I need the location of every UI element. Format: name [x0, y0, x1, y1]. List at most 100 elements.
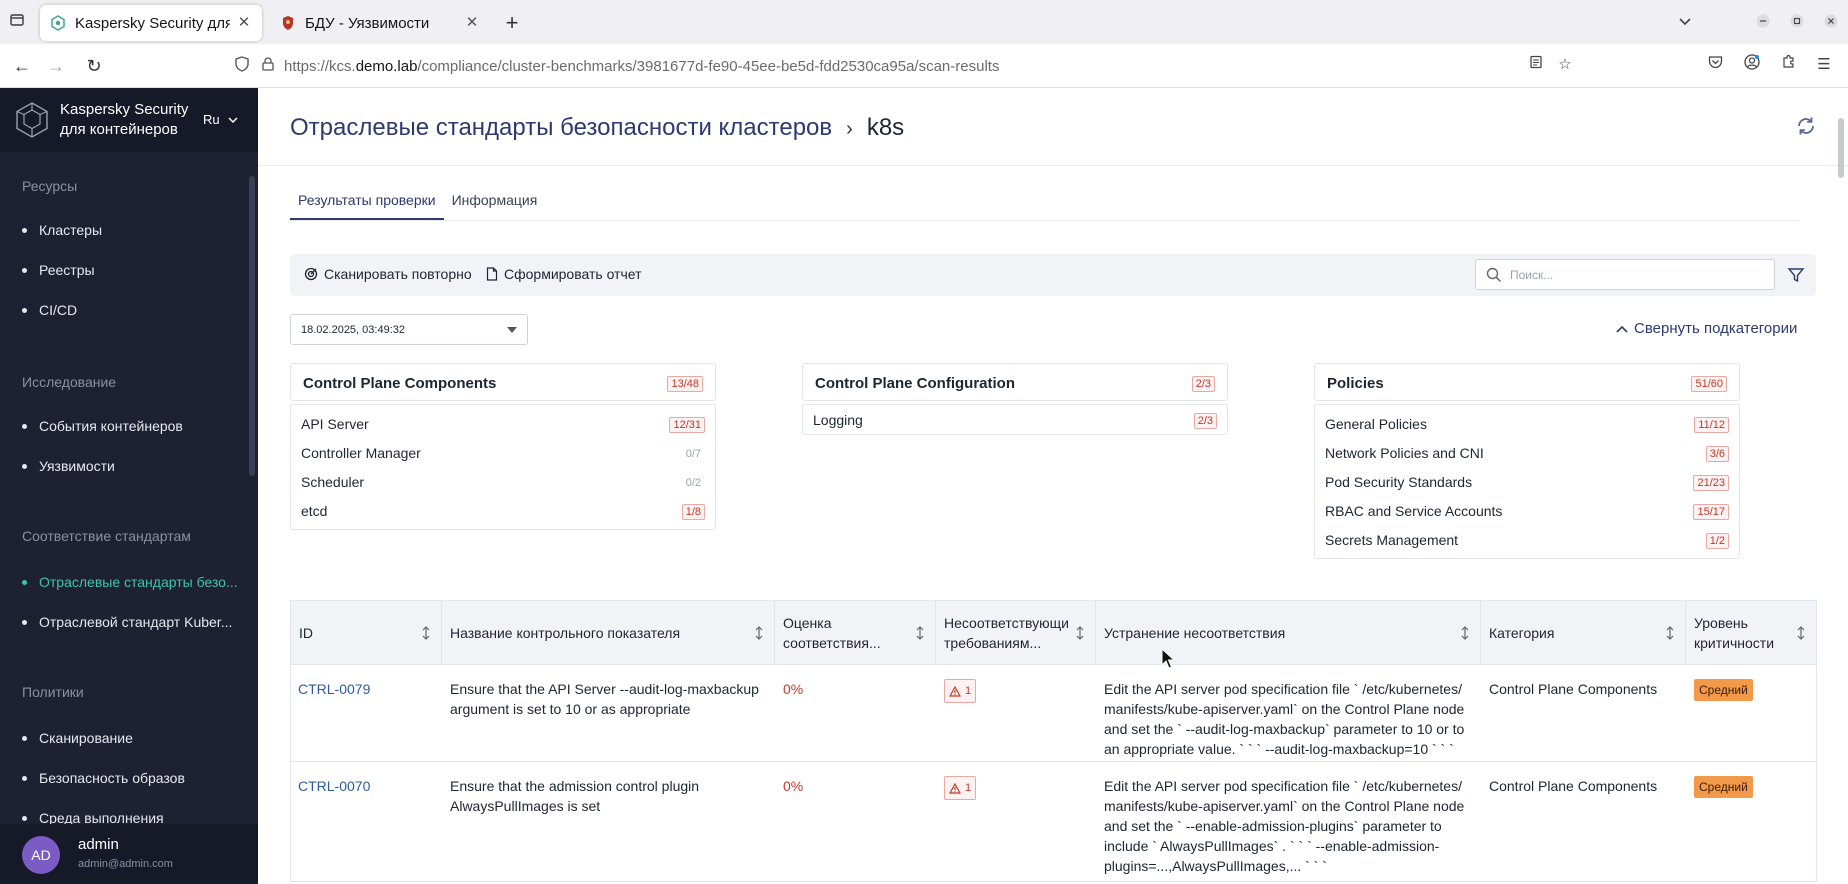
browser-tab-bdu[interactable]: БДУ - Уязвимости ✕: [270, 5, 490, 41]
sort-icon[interactable]: [754, 625, 764, 641]
subcategory-item[interactable]: Logging 2/3: [803, 405, 1227, 434]
control-id-link[interactable]: CTRL-0070: [298, 776, 370, 796]
subcategory-list: API Server 12/31 Controller Manager 0/7 Sc…: [290, 404, 716, 530]
sidebar-item-scanning[interactable]: Сканирование: [22, 730, 133, 746]
extensions-puzzle-icon[interactable]: [1777, 54, 1799, 76]
subcategory-item[interactable]: Secrets Management 1/2: [1315, 525, 1739, 554]
tab-scan-results[interactable]: Результаты проверки: [290, 190, 444, 220]
compliance-score: 0%: [783, 778, 804, 794]
sidebar-item-label: События контейнеров: [39, 418, 183, 434]
back-arrow-icon[interactable]: ←: [10, 54, 34, 78]
chevron-up-icon: [1616, 325, 1628, 333]
category-header[interactable]: Control Plane Configuration 2/3: [802, 363, 1228, 401]
menu-hamburger-icon[interactable]: ☰: [1813, 54, 1835, 76]
control-id-link[interactable]: CTRL-0079: [298, 679, 370, 699]
sort-icon[interactable]: [421, 625, 431, 641]
breadcrumb-parent[interactable]: Отраслевые стандарты безопасности класте…: [290, 114, 832, 141]
subcategory-item[interactable]: Pod Security Standards 21/23: [1315, 467, 1739, 496]
sidebar-item-clusters[interactable]: Кластеры: [22, 222, 102, 238]
address-bar[interactable]: https://kcs.demo.lab/compliance/cluster-…: [232, 50, 1580, 82]
subcategory-item[interactable]: RBAC and Service Accounts 15/17: [1315, 496, 1739, 525]
close-window-icon[interactable]: [1820, 12, 1842, 34]
table-row[interactable]: CTRL-0070 Ensure that the admission cont…: [290, 762, 1817, 882]
sidebar-item-kubernetes-benchmark[interactable]: Отраслевой стандарт Kuber...: [22, 614, 232, 630]
column-label: Оценка соответствия...: [783, 615, 881, 651]
column-header-category[interactable]: Категория: [1480, 601, 1685, 665]
column-header-noncompliant[interactable]: Несоответствующи требованиям...: [935, 601, 1095, 665]
sidebar-item-label: Уязвимости: [39, 458, 115, 474]
sort-icon[interactable]: [1460, 625, 1470, 641]
sidebar-item-cicd[interactable]: CI/CD: [22, 302, 77, 318]
collapse-label: Свернуть подкатегории: [1634, 320, 1798, 337]
reload-icon[interactable]: ↻: [82, 54, 106, 78]
noncompliant-badge[interactable]: 1: [944, 679, 977, 703]
rescan-button[interactable]: Сканировать повторно: [304, 266, 472, 282]
mouse-cursor-icon: [1161, 648, 1175, 669]
count-badge: 2/3: [1193, 413, 1217, 429]
tab-close-icon[interactable]: ✕: [236, 15, 252, 31]
main-scrollbar[interactable]: [1838, 118, 1844, 178]
column-header-score[interactable]: Оценка соответствия...: [774, 601, 935, 665]
filter-icon[interactable]: [1787, 266, 1805, 284]
count-badge: 51/60: [1691, 376, 1727, 392]
forward-arrow-icon[interactable]: →: [44, 54, 68, 78]
tab-close-icon[interactable]: ✕: [464, 15, 480, 31]
collapse-subcategories-link[interactable]: Свернуть подкатегории: [1616, 320, 1797, 337]
minimize-icon[interactable]: [1752, 12, 1774, 34]
tab-list-icon[interactable]: [6, 12, 28, 34]
sidebar-item-image-security[interactable]: Безопасность образов: [22, 770, 185, 786]
column-header-severity[interactable]: Уровень критичности: [1685, 601, 1817, 665]
sidebar-section-compliance: Соответствие стандартам: [22, 528, 191, 544]
kaspersky-logo-icon[interactable]: [14, 101, 50, 139]
language-switcher[interactable]: Ru: [203, 112, 238, 127]
new-tab-icon[interactable]: +: [500, 12, 524, 36]
url-text[interactable]: https://kcs.demo.lab/compliance/cluster-…: [284, 58, 999, 75]
account-icon[interactable]: [1741, 54, 1763, 76]
sort-icon[interactable]: [1665, 625, 1675, 641]
reader-view-icon[interactable]: [1525, 54, 1547, 76]
sort-icon[interactable]: [1075, 625, 1085, 641]
sidebar-scrollbar[interactable]: [249, 176, 255, 476]
table-row[interactable]: CTRL-0079 Ensure that the API Server --a…: [290, 665, 1817, 762]
generate-report-button[interactable]: Сформировать отчет: [486, 266, 642, 282]
column-label: Название контрольного показателя: [450, 625, 681, 641]
bullet-icon: [22, 227, 27, 233]
column-header-id[interactable]: ID: [290, 601, 441, 665]
maximize-icon[interactable]: [1786, 12, 1808, 34]
sidebar-item-vulnerabilities[interactable]: Уязвимости: [22, 458, 115, 474]
tab-overflow-chevron-icon[interactable]: [1674, 12, 1696, 34]
severity-cell: Средний: [1694, 776, 1753, 798]
report-label: Сформировать отчет: [504, 266, 642, 282]
column-header-remediation[interactable]: Устранение несоответствия: [1095, 601, 1480, 665]
pocket-icon[interactable]: [1704, 54, 1726, 76]
search-input[interactable]: [1510, 264, 1765, 286]
noncompliant-badge[interactable]: 1: [944, 776, 977, 800]
scan-date-select[interactable]: 18.02.2025, 03:49:32: [290, 314, 528, 345]
bookmark-star-icon[interactable]: ☆: [1554, 54, 1576, 76]
subcategory-item[interactable]: etcd 1/8: [291, 496, 715, 525]
category-header[interactable]: Control Plane Components 13/48: [290, 363, 716, 401]
browser-tab-kaspersky[interactable]: Kaspersky Security для контейнеров ✕: [40, 5, 262, 41]
sort-icon[interactable]: [915, 625, 925, 641]
avatar[interactable]: AD: [22, 836, 60, 874]
subcategory-item[interactable]: General Policies 11/12: [1315, 409, 1739, 438]
subcategory-item[interactable]: Controller Manager 0/7: [291, 438, 715, 467]
sidebar-item-container-events[interactable]: События контейнеров: [22, 418, 183, 434]
tab-information[interactable]: Информация: [444, 190, 546, 220]
subcategory-item[interactable]: Network Policies and CNI 3/6: [1315, 438, 1739, 467]
subcategory-item[interactable]: Scheduler 0/2: [291, 467, 715, 496]
user-panel[interactable]: AD admin admin@admin.com: [0, 824, 258, 884]
sort-icon[interactable]: [1796, 625, 1806, 641]
search-box[interactable]: [1475, 259, 1775, 290]
url-host: demo.lab: [355, 57, 418, 75]
sidebar-item-registries[interactable]: Реестры: [22, 262, 95, 278]
column-header-name[interactable]: Название контрольного показателя: [441, 601, 774, 665]
subcategory-item[interactable]: API Server 12/31: [291, 409, 715, 438]
shield-icon[interactable]: [232, 56, 252, 76]
lock-warning-icon[interactable]: [258, 56, 278, 76]
count-badge: 13/48: [667, 376, 703, 392]
category-card: Control Plane Components 13/48 API Serve…: [290, 363, 716, 530]
refresh-icon[interactable]: [1794, 114, 1818, 138]
category-header[interactable]: Policies 51/60: [1314, 363, 1740, 401]
sidebar-item-cluster-benchmarks[interactable]: Отраслевые стандарты безо...: [22, 574, 238, 590]
